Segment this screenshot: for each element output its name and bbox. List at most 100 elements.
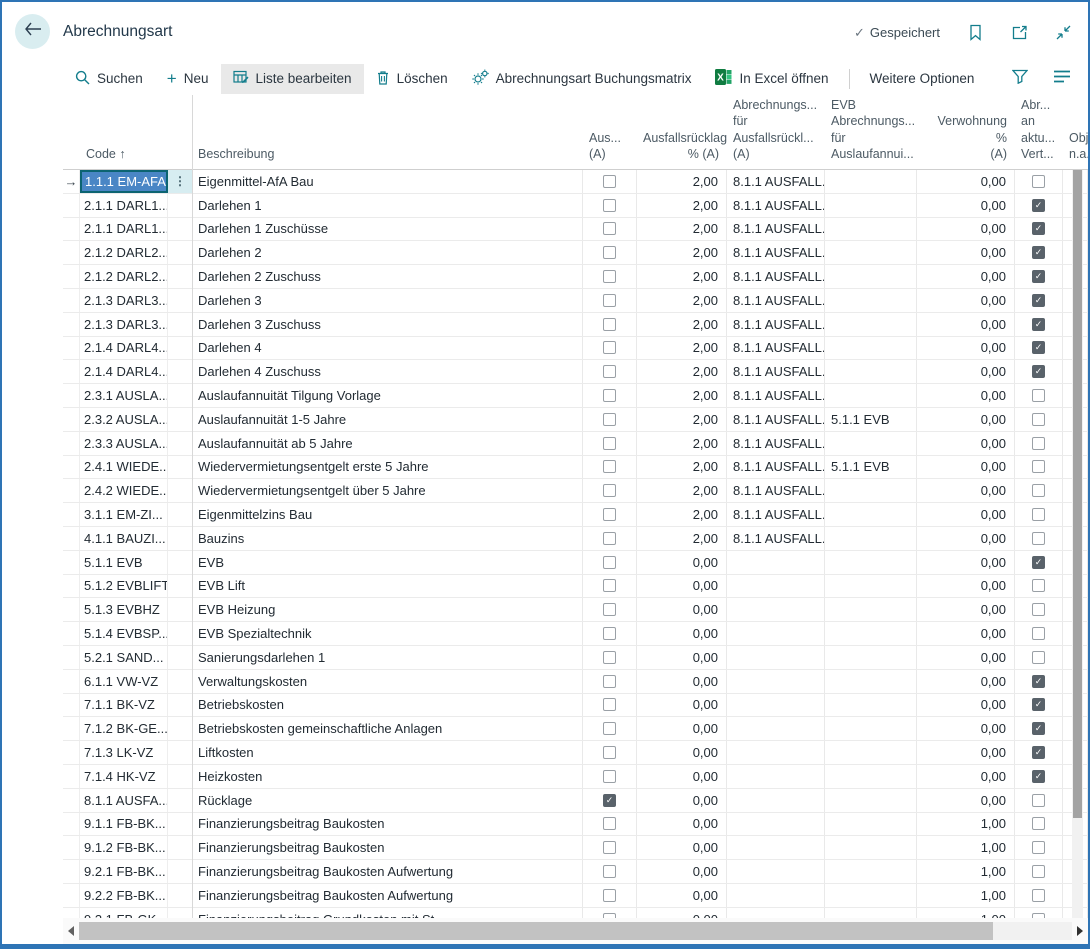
beschreibung-cell[interactable]: Darlehen 1	[192, 194, 583, 217]
beschreibung-cell[interactable]: EVB	[192, 551, 583, 574]
aus-a-checkbox[interactable]	[603, 294, 616, 307]
verwohnung-cell[interactable]: 0,00	[917, 432, 1015, 455]
column-header-abr-an-vert[interactable]: Abr... an aktu... Vert...	[1015, 95, 1063, 169]
abrechnung-ausfall-cell[interactable]	[727, 789, 825, 812]
row-menu-icon[interactable]	[168, 575, 192, 598]
table-row[interactable]: 2.3.1 AUSLA... Auslaufannuität Tilgung V…	[63, 384, 1088, 408]
verwohnung-cell[interactable]: 0,00	[917, 670, 1015, 693]
code-cell[interactable]: 2.4.2 WIEDE...	[80, 479, 168, 502]
row-menu-icon[interactable]	[168, 884, 192, 907]
abr-an-vert-cell[interactable]	[1015, 408, 1063, 431]
aus-a-checkbox[interactable]	[603, 270, 616, 283]
evb-abrechnung-cell[interactable]	[825, 908, 917, 918]
aus-a-checkbox[interactable]	[603, 175, 616, 188]
abrechnung-ausfall-cell[interactable]	[727, 717, 825, 740]
abr-an-vert-cell[interactable]	[1015, 432, 1063, 455]
aus-a-cell[interactable]	[583, 360, 637, 383]
verwohnung-cell[interactable]: 0,00	[917, 503, 1015, 526]
table-row[interactable]: 2.1.1 DARL1... Darlehen 1 2,00 8.1.1 AUS…	[63, 194, 1088, 218]
abr-an-vert-cell[interactable]: ✓	[1015, 265, 1063, 288]
column-header-abrechnung-ausfall[interactable]: Abrechnungs... für Ausfallsrückl... (A)	[727, 95, 825, 169]
abr-an-vert-checkbox[interactable]	[1032, 889, 1045, 902]
abr-an-vert-checkbox[interactable]	[1032, 841, 1045, 854]
row-menu-icon[interactable]	[168, 456, 192, 479]
abr-an-vert-cell[interactable]	[1015, 527, 1063, 550]
evb-abrechnung-cell[interactable]	[825, 527, 917, 550]
code-cell[interactable]: 9.1.1 FB-BK...	[80, 813, 168, 836]
vertical-scrollbar-thumb[interactable]	[1073, 170, 1082, 818]
evb-abrechnung-cell[interactable]	[825, 194, 917, 217]
table-row[interactable]: 2.1.2 DARL2... Darlehen 2 2,00 8.1.1 AUS…	[63, 241, 1088, 265]
verwohnung-cell[interactable]: 0,00	[917, 479, 1015, 502]
ausfallsruecklage-cell[interactable]: 2,00	[637, 194, 727, 217]
abr-an-vert-checkbox[interactable]	[1032, 794, 1045, 807]
table-row[interactable]: → 1.1.1 EM-AFA ⋮ Eigenmittel-AfA Bau 2,0…	[63, 170, 1088, 194]
abr-an-vert-checkbox[interactable]: ✓	[1032, 199, 1045, 212]
table-row[interactable]: 3.1.1 EM-ZI... Eigenmittelzins Bau 2,00 …	[63, 503, 1088, 527]
abr-an-vert-checkbox[interactable]	[1032, 508, 1045, 521]
aus-a-cell[interactable]	[583, 860, 637, 883]
aus-a-checkbox[interactable]	[603, 484, 616, 497]
beschreibung-cell[interactable]: Wiedervermietungsentgelt erste 5 Jahre	[192, 456, 583, 479]
beschreibung-cell[interactable]: Darlehen 2 Zuschuss	[192, 265, 583, 288]
aus-a-cell[interactable]	[583, 717, 637, 740]
table-row[interactable]: 5.2.1 SAND... Sanierungsdarlehen 1 0,00 …	[63, 646, 1088, 670]
aus-a-cell[interactable]	[583, 694, 637, 717]
table-row[interactable]: 2.1.4 DARL4... Darlehen 4 Zuschuss 2,00 …	[63, 360, 1088, 384]
scroll-right-arrow[interactable]	[1072, 926, 1088, 936]
abrechnung-ausfall-cell[interactable]: 8.1.1 AUSFALL...	[727, 384, 825, 407]
abr-an-vert-cell[interactable]	[1015, 575, 1063, 598]
row-menu-icon[interactable]	[168, 670, 192, 693]
evb-abrechnung-cell[interactable]	[825, 503, 917, 526]
abr-an-vert-cell[interactable]	[1015, 860, 1063, 883]
abr-an-vert-checkbox[interactable]: ✓	[1032, 318, 1045, 331]
ausfallsruecklage-cell[interactable]: 0,00	[637, 860, 727, 883]
verwohnung-cell[interactable]: 0,00	[917, 313, 1015, 336]
table-row[interactable]: 7.1.4 HK-VZ Heizkosten 0,00 0,00 ✓	[63, 765, 1088, 789]
table-row[interactable]: 2.1.4 DARL4... Darlehen 4 2,00 8.1.1 AUS…	[63, 337, 1088, 361]
evb-abrechnung-cell[interactable]	[825, 789, 917, 812]
verwohnung-cell[interactable]: 1,00	[917, 836, 1015, 859]
evb-abrechnung-cell[interactable]	[825, 432, 917, 455]
ausfallsruecklage-cell[interactable]: 2,00	[637, 384, 727, 407]
row-menu-icon[interactable]	[168, 313, 192, 336]
aus-a-checkbox[interactable]	[603, 437, 616, 450]
row-menu-icon[interactable]	[168, 598, 192, 621]
abr-an-vert-cell[interactable]: ✓	[1015, 694, 1063, 717]
aus-a-cell[interactable]	[583, 646, 637, 669]
bookmark-icon[interactable]	[967, 24, 984, 41]
abrechnung-ausfall-cell[interactable]: 8.1.1 AUSFALL...	[727, 313, 825, 336]
abr-an-vert-checkbox[interactable]: ✓	[1032, 746, 1045, 759]
abrechnung-ausfall-cell[interactable]	[727, 765, 825, 788]
beschreibung-cell[interactable]: Liftkosten	[192, 741, 583, 764]
aus-a-cell[interactable]	[583, 456, 637, 479]
ausfallsruecklage-cell[interactable]: 0,00	[637, 551, 727, 574]
aus-a-cell[interactable]	[583, 170, 637, 193]
evb-abrechnung-cell[interactable]	[825, 170, 917, 193]
aus-a-checkbox[interactable]	[603, 222, 616, 235]
column-header-evb-abrechnung[interactable]: EVB Abrechnungs... für Auslaufannui...	[825, 95, 917, 169]
abr-an-vert-checkbox[interactable]	[1032, 817, 1045, 830]
aus-a-checkbox[interactable]	[603, 556, 616, 569]
evb-abrechnung-cell[interactable]	[825, 813, 917, 836]
verwohnung-cell[interactable]: 1,00	[917, 813, 1015, 836]
aus-a-checkbox[interactable]	[603, 318, 616, 331]
open-in-excel-button[interactable]: X In Excel öffnen	[703, 64, 840, 94]
code-cell[interactable]: 2.1.4 DARL4...	[80, 360, 168, 383]
abr-an-vert-cell[interactable]: ✓	[1015, 670, 1063, 693]
row-menu-icon[interactable]	[168, 408, 192, 431]
ausfallsruecklage-cell[interactable]: 0,00	[637, 646, 727, 669]
beschreibung-cell[interactable]: Darlehen 3	[192, 289, 583, 312]
ausfallsruecklage-cell[interactable]: 2,00	[637, 170, 727, 193]
abr-an-vert-checkbox[interactable]: ✓	[1032, 222, 1045, 235]
verwohnung-cell[interactable]: 1,00	[917, 884, 1015, 907]
beschreibung-cell[interactable]: Auslaufannuität Tilgung Vorlage	[192, 384, 583, 407]
aus-a-checkbox[interactable]: ✓	[603, 794, 616, 807]
code-cell[interactable]: 5.1.4 EVBSP...	[80, 622, 168, 645]
new-button[interactable]: + Neu	[155, 64, 221, 94]
abr-an-vert-cell[interactable]: ✓	[1015, 360, 1063, 383]
abrechnung-ausfall-cell[interactable]	[727, 884, 825, 907]
row-menu-icon[interactable]	[168, 908, 192, 918]
beschreibung-cell[interactable]: Finanzierungsbeitrag Baukosten Aufwertun…	[192, 884, 583, 907]
beschreibung-cell[interactable]: Sanierungsdarlehen 1	[192, 646, 583, 669]
